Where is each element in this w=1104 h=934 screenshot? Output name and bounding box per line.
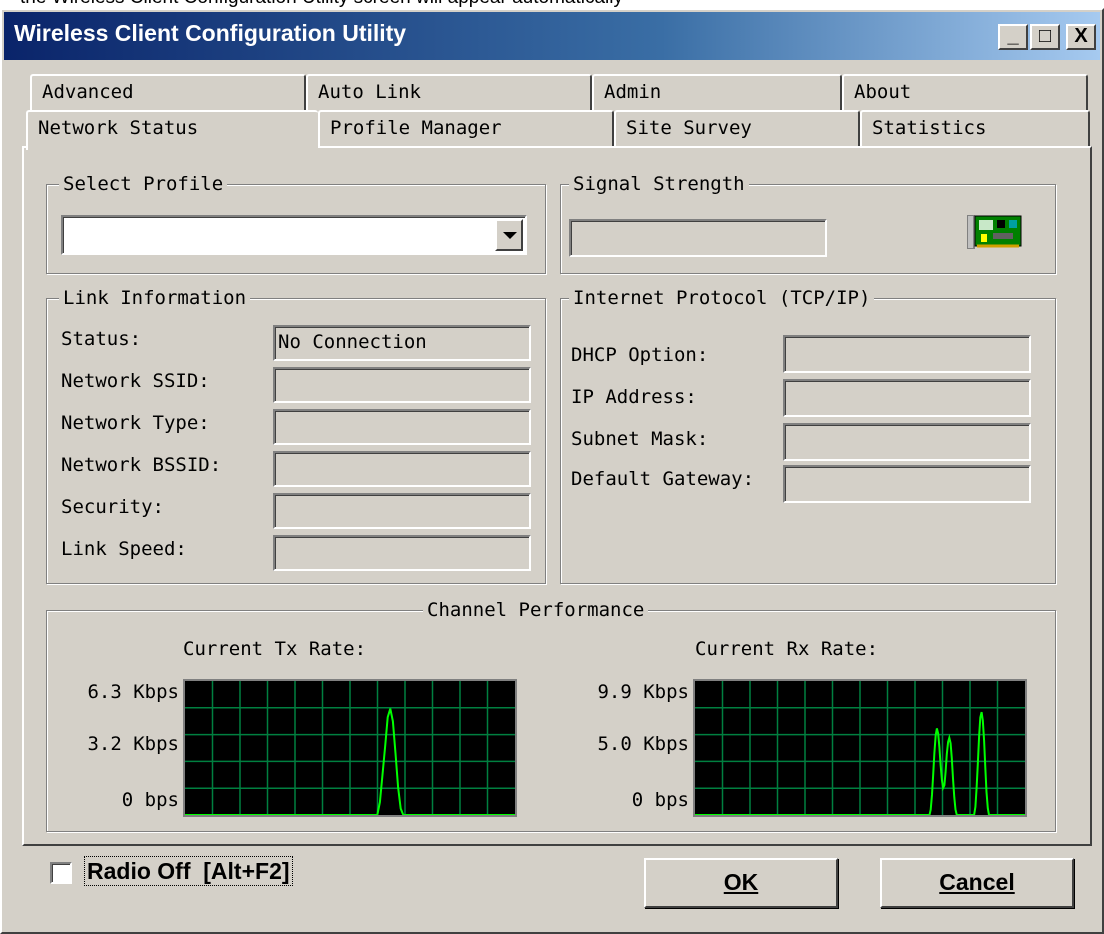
network-bssid-label: Network BSSID: xyxy=(61,454,222,476)
tab-auto-link-label: Auto Link xyxy=(318,81,421,103)
tx-rate-title: Current Tx Rate: xyxy=(183,638,367,660)
tab-network-status[interactable]: Network Status xyxy=(26,110,318,150)
signal-strength-group: Signal Strength xyxy=(560,172,1056,274)
cancel-button-label: Cancel xyxy=(939,869,1015,895)
tab-about-label: About xyxy=(854,81,912,103)
maximize-button[interactable]: □ xyxy=(1030,24,1060,50)
profile-dropdown-button[interactable] xyxy=(495,219,523,251)
status-field: No Connection xyxy=(273,325,531,361)
rx-bottom-label: 0 bps xyxy=(631,789,689,811)
rx-top-label: 9.9 Kbps xyxy=(597,681,689,703)
tab-advanced-label: Advanced xyxy=(42,81,134,103)
rx-rate-title: Current Rx Rate: xyxy=(695,638,879,660)
signal-strength-bar xyxy=(569,219,827,257)
subnet-mask-label: Subnet Mask: xyxy=(571,428,709,450)
ip-address-label: IP Address: xyxy=(571,386,697,408)
rx-rate-graph xyxy=(693,679,1027,817)
link-information-legend: Link Information xyxy=(59,286,251,310)
link-speed-label: Link Speed: xyxy=(61,538,187,560)
dhcp-option-field xyxy=(783,335,1031,373)
network-status-panel: Select Profile Signal Strength Link Info… xyxy=(22,146,1092,846)
security-field xyxy=(273,493,531,529)
tx-top-label: 6.3 Kbps xyxy=(87,681,179,703)
tab-admin-label: Admin xyxy=(604,81,662,103)
ok-button-label: OK xyxy=(723,869,759,895)
radio-off-checkbox[interactable] xyxy=(50,862,72,884)
status-label: Status: xyxy=(61,328,142,350)
signal-strength-legend: Signal Strength xyxy=(569,172,749,196)
select-profile-group: Select Profile xyxy=(46,172,546,274)
network-bssid-field xyxy=(273,451,531,487)
tab-about[interactable]: About xyxy=(842,74,1088,110)
tab-site-survey[interactable]: Site Survey xyxy=(614,110,860,146)
tab-statistics[interactable]: Statistics xyxy=(860,110,1090,146)
tcpip-legend: Internet Protocol (TCP/IP) xyxy=(569,286,875,310)
security-label: Security: xyxy=(61,496,164,518)
network-type-field xyxy=(273,409,531,445)
dhcp-option-label: DHCP Option: xyxy=(571,344,709,366)
link-speed-field xyxy=(273,535,531,571)
link-information-group: Link Information Status: No Connection N… xyxy=(46,286,546,584)
tab-profile-manager[interactable]: Profile Manager xyxy=(318,110,614,146)
config-window: Wireless Client Configuration Utility _ … xyxy=(0,8,1104,934)
select-profile-legend: Select Profile xyxy=(59,172,228,196)
tab-profile-manager-label: Profile Manager xyxy=(330,117,502,139)
rx-mid-label: 5.0 Kbps xyxy=(597,733,689,755)
profile-select[interactable] xyxy=(61,215,527,255)
close-button[interactable]: X xyxy=(1066,24,1096,50)
channel-performance-group: Channel Performance Current Tx Rate: 6.3… xyxy=(46,598,1056,832)
tab-site-survey-label: Site Survey xyxy=(626,117,752,139)
tab-network-status-label: Network Status xyxy=(38,117,199,139)
ok-button[interactable]: OK xyxy=(644,858,838,908)
subnet-mask-field xyxy=(783,423,1031,461)
tab-admin[interactable]: Admin xyxy=(592,74,842,110)
default-gateway-label: Default Gateway: xyxy=(571,468,755,490)
network-ssid-label: Network SSID: xyxy=(61,370,210,392)
chevron-down-icon xyxy=(503,232,517,239)
tx-bottom-label: 0 bps xyxy=(121,789,179,811)
network-ssid-field xyxy=(273,367,531,403)
tcpip-group: Internet Protocol (TCP/IP) DHCP Option: … xyxy=(560,286,1056,584)
radio-off-label[interactable]: Radio Off [Alt+F2] xyxy=(84,856,293,886)
network-card-icon xyxy=(965,211,1027,253)
top-caption: the Wireless Client Configuration Utilit… xyxy=(0,0,1104,8)
tx-rate-graph xyxy=(183,679,517,817)
title-bar[interactable]: Wireless Client Configuration Utility _ … xyxy=(4,12,1100,60)
minimize-button[interactable]: _ xyxy=(998,24,1028,50)
tab-advanced[interactable]: Advanced xyxy=(30,74,306,110)
tx-mid-label: 3.2 Kbps xyxy=(87,733,179,755)
cancel-button[interactable]: Cancel xyxy=(880,858,1074,908)
status-value: No Connection xyxy=(278,331,427,353)
default-gateway-field xyxy=(783,465,1031,503)
ip-address-field xyxy=(783,379,1031,417)
tab-auto-link[interactable]: Auto Link xyxy=(306,74,592,110)
tab-statistics-label: Statistics xyxy=(872,117,987,139)
network-type-label: Network Type: xyxy=(61,412,210,434)
window-title: Wireless Client Configuration Utility xyxy=(14,20,407,46)
channel-performance-legend: Channel Performance xyxy=(423,598,649,622)
top-caption-text: the Wireless Client Configuration Utilit… xyxy=(20,0,623,8)
